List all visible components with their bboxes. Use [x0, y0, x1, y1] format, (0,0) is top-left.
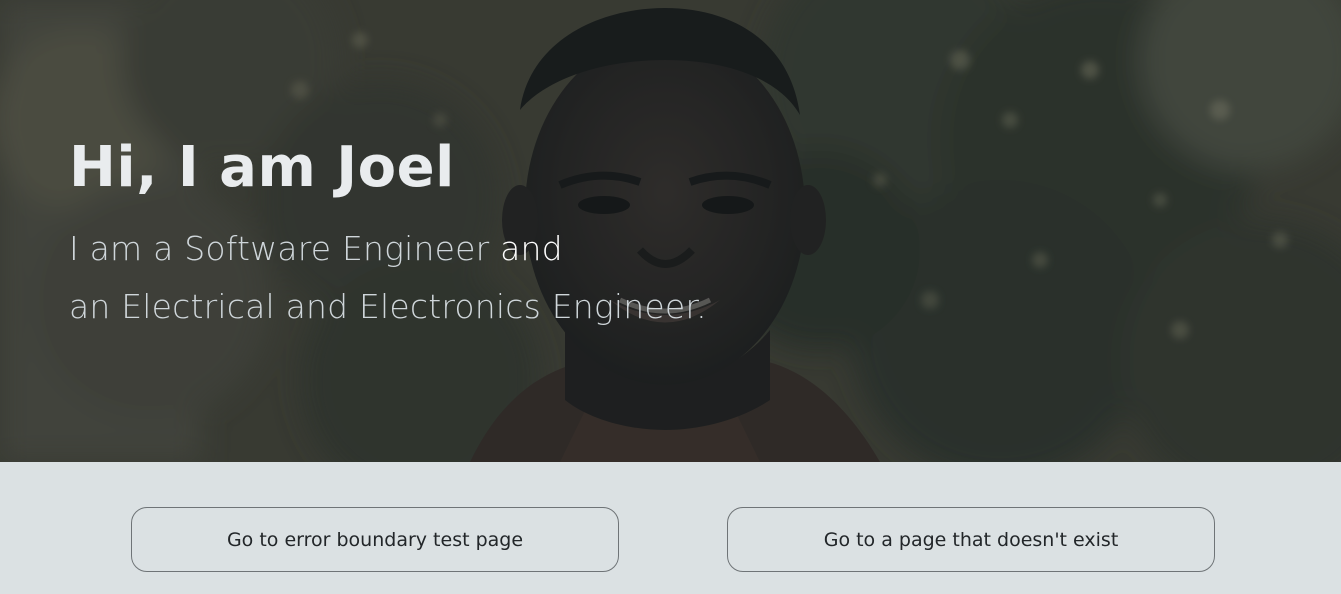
error-boundary-test-button[interactable]: Go to error boundary test page: [131, 507, 619, 572]
hero-subtitle: I am a Software Engineer and an Electric…: [69, 220, 707, 336]
hero-subtitle-accent-and: and: [500, 229, 563, 268]
actions-section: Go to error boundary test page Go to a p…: [0, 462, 1341, 594]
hero-subtitle-line1: I am a Software Engineer and: [69, 229, 563, 268]
hero-subtitle-line2: an Electrical and Electronics Engineer.: [69, 287, 707, 326]
hero-subtitle-line1-text: I am a Software Engineer: [69, 229, 501, 268]
hero-text-block: Hi, I am Joel I am a Software Engineer a…: [69, 132, 707, 336]
nonexistent-page-button[interactable]: Go to a page that doesn't exist: [727, 507, 1215, 572]
hero-title: Hi, I am Joel: [69, 135, 455, 200]
hero-section: Hi, I am Joel I am a Software Engineer a…: [0, 0, 1341, 462]
